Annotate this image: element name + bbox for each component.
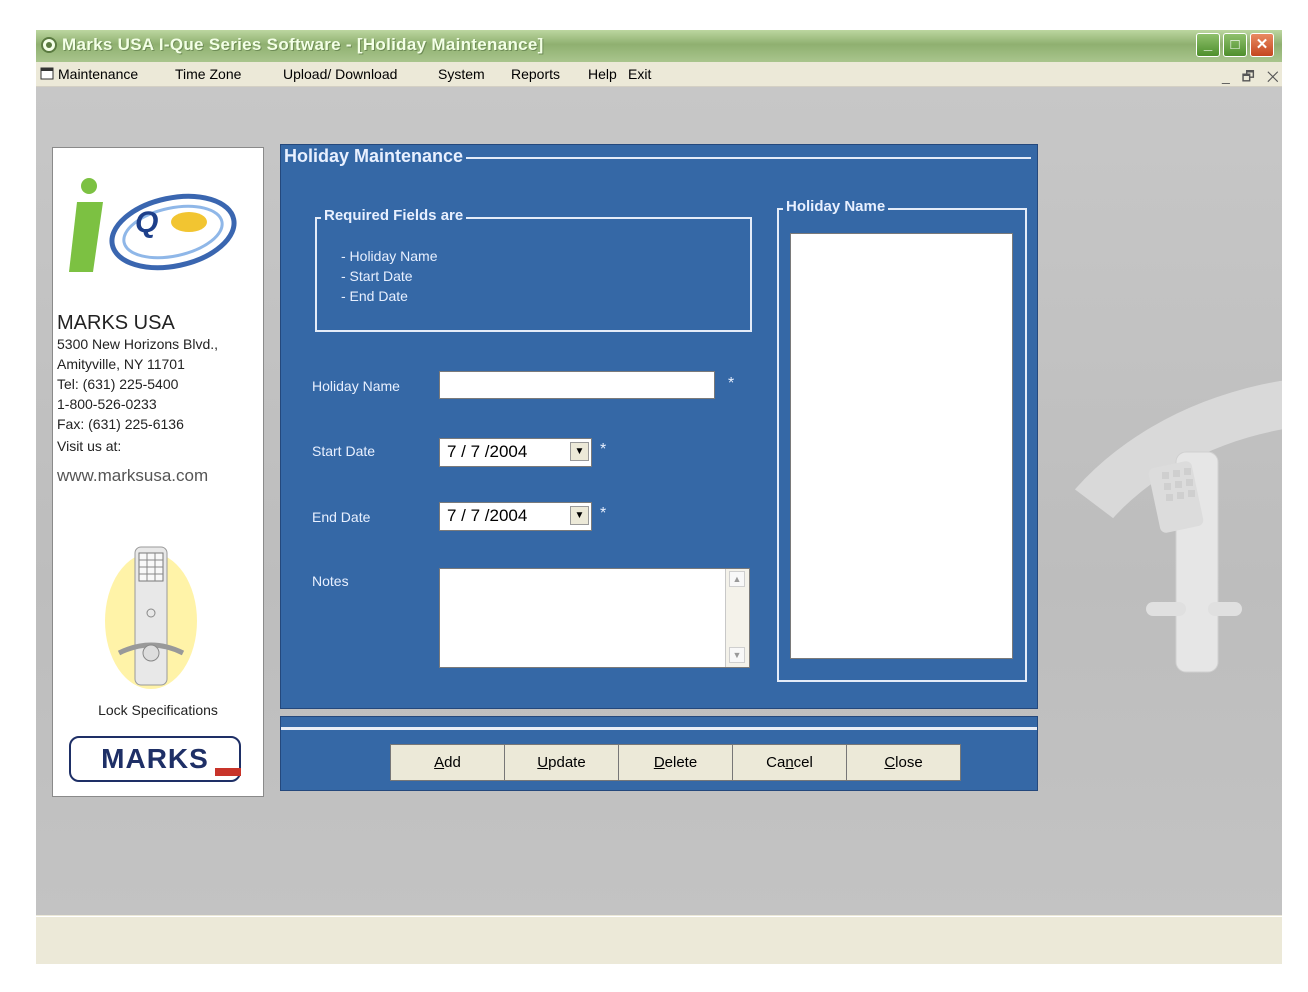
address-line: 5300 New Horizons Blvd., [57, 336, 219, 352]
mdi-client-area: Q MARKS USA 5300 New Horizons Blvd., Ami… [36, 87, 1282, 915]
end-date-picker[interactable]: 7 / 7 /2004 ▼ [439, 502, 592, 531]
address-line: Visit us at: [57, 438, 122, 454]
minimize-icon: _ [1203, 36, 1213, 53]
delete-button[interactable]: Delete [618, 744, 733, 781]
company-info-panel: Q MARKS USA 5300 New Horizons Blvd., Ami… [52, 147, 264, 797]
address-line: Amityville, NY 11701 [57, 356, 185, 372]
start-date-value: 7 / 7 /2004 [447, 442, 528, 461]
required-marker: * [728, 375, 735, 392]
start-date-label: Start Date [312, 443, 376, 459]
command-button-bar: Add Update Delete Cancel Close [280, 716, 1038, 791]
chevron-down-icon[interactable]: ▼ [570, 442, 589, 461]
marks-logo-text: MARKS [101, 743, 209, 774]
close-button[interactable]: Close [846, 744, 961, 781]
title-bar[interactable]: Marks USA I-Que Series Software - [Holid… [36, 30, 1282, 62]
holiday-name-listbox[interactable] [790, 233, 1013, 659]
required-item: - Holiday Name [341, 248, 438, 264]
notes-textarea[interactable]: ▲ ▼ [439, 568, 750, 668]
scroll-down-icon[interactable]: ▼ [729, 647, 745, 663]
app-icon [41, 37, 57, 53]
maximize-icon: □ [1230, 36, 1240, 53]
update-button[interactable]: Update [504, 744, 619, 781]
close-icon: ✕ [1255, 36, 1269, 53]
cancel-button[interactable]: Cancel [732, 744, 847, 781]
iq-logo-letter: Q [135, 206, 159, 239]
holiday-list-title: Holiday Name [783, 198, 889, 215]
divider [281, 727, 1037, 730]
chevron-down-icon[interactable]: ▼ [570, 506, 589, 525]
notes-scrollbar[interactable]: ▲ ▼ [725, 569, 749, 667]
menu-help[interactable]: Help [588, 66, 617, 82]
menu-upload-download[interactable]: Upload/ Download [283, 66, 397, 82]
lock-specifications-link[interactable]: Lock Specifications [53, 702, 263, 718]
menu-bar: Maintenance Time Zone Upload/ Download S… [36, 62, 1282, 87]
address-line: Fax: (631) 225-6136 [57, 416, 184, 432]
holiday-maintenance-panel: Holiday Maintenance Required Fields are … [280, 144, 1038, 709]
end-date-value: 7 / 7 /2004 [447, 506, 528, 525]
maximize-button[interactable]: □ [1223, 33, 1247, 57]
usa-flag-mark [215, 768, 241, 776]
close-window-button[interactable]: ✕ [1250, 33, 1274, 57]
address-line: Tel: (631) 225-5400 [57, 376, 179, 392]
menu-maintenance[interactable]: Maintenance [58, 66, 138, 82]
website-link[interactable]: www.marksusa.com [57, 466, 208, 486]
start-date-picker[interactable]: 7 / 7 /2004 ▼ [439, 438, 592, 467]
status-bar [36, 916, 1282, 964]
required-fields-title: Required Fields are [321, 207, 467, 224]
menu-time-zone[interactable]: Time Zone [175, 66, 241, 82]
required-item: - End Date [341, 288, 408, 304]
required-marker: * [600, 505, 607, 522]
minimize-button[interactable]: _ [1196, 33, 1220, 57]
menu-system[interactable]: System [438, 66, 485, 82]
lock-product-image[interactable] [105, 541, 197, 691]
add-button[interactable]: Add [390, 744, 505, 781]
holiday-name-input[interactable] [439, 371, 715, 399]
holiday-name-label: Holiday Name [312, 378, 400, 394]
required-item: - Start Date [341, 268, 413, 284]
form-title: Holiday Maintenance [281, 146, 467, 167]
scroll-up-icon[interactable]: ▲ [729, 571, 745, 587]
document-icon[interactable] [40, 67, 54, 80]
required-marker: * [600, 441, 607, 458]
application-window: Marks USA I-Que Series Software - [Holid… [36, 30, 1282, 964]
marks-logo: MARKS [69, 736, 241, 782]
end-date-label: End Date [312, 509, 371, 525]
background-lock-image [1146, 451, 1242, 673]
notes-label: Notes [312, 573, 349, 589]
company-name: MARKS USA [57, 312, 175, 334]
window-title: Marks USA I-Que Series Software - [Holid… [62, 35, 544, 54]
menu-exit[interactable]: Exit [628, 66, 651, 82]
address-line: 1-800-526-0233 [57, 396, 157, 412]
menu-reports[interactable]: Reports [511, 66, 560, 82]
